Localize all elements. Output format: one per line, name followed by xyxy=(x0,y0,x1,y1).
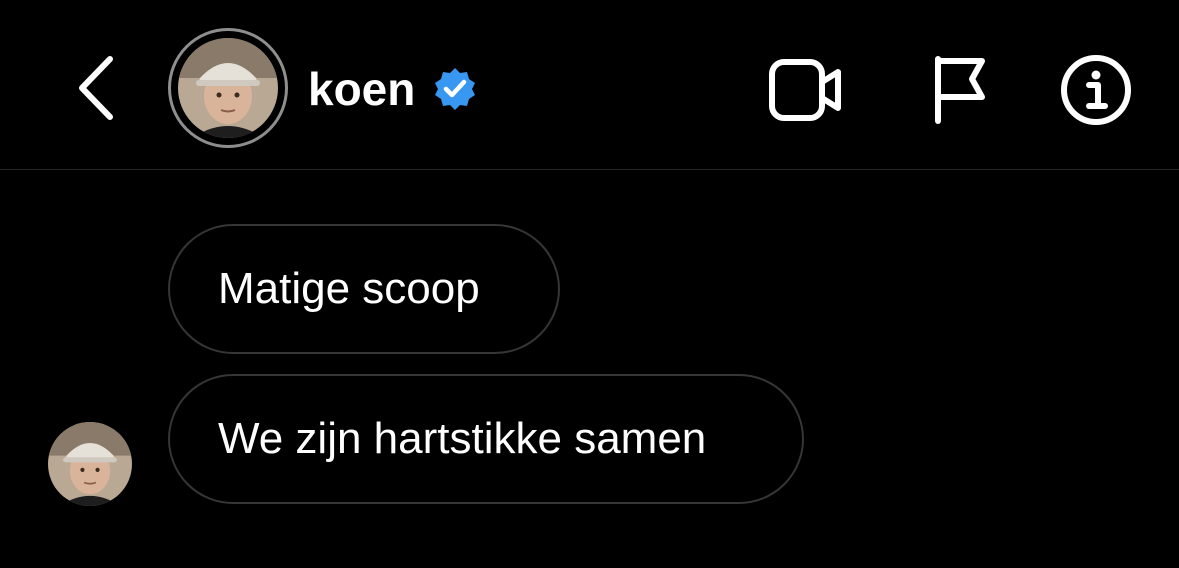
sender-avatar[interactable] xyxy=(48,422,132,506)
message-bubble[interactable]: Matige scoop xyxy=(168,224,560,354)
chevron-left-icon xyxy=(79,56,113,120)
message-bubble[interactable]: We zijn hartstikke samen xyxy=(168,374,804,504)
avatar-photo xyxy=(178,38,278,138)
profile-avatar[interactable] xyxy=(168,28,288,148)
video-camera-icon xyxy=(769,59,841,121)
report-button[interactable] xyxy=(916,50,996,130)
chat-header: koen xyxy=(0,0,1179,170)
verified-badge-icon xyxy=(435,68,475,110)
back-button[interactable] xyxy=(66,50,126,126)
info-button[interactable] xyxy=(1056,50,1136,130)
message-text: We zijn hartstikke samen xyxy=(218,414,707,463)
flag-icon xyxy=(935,56,985,124)
chat-username[interactable]: koen xyxy=(308,62,415,116)
message-text: Matige scoop xyxy=(218,264,480,313)
chat-screen: koen Matige scoop We zijn hartstikke sam… xyxy=(0,0,1179,568)
video-call-button[interactable] xyxy=(766,50,846,130)
info-icon xyxy=(1061,55,1131,125)
